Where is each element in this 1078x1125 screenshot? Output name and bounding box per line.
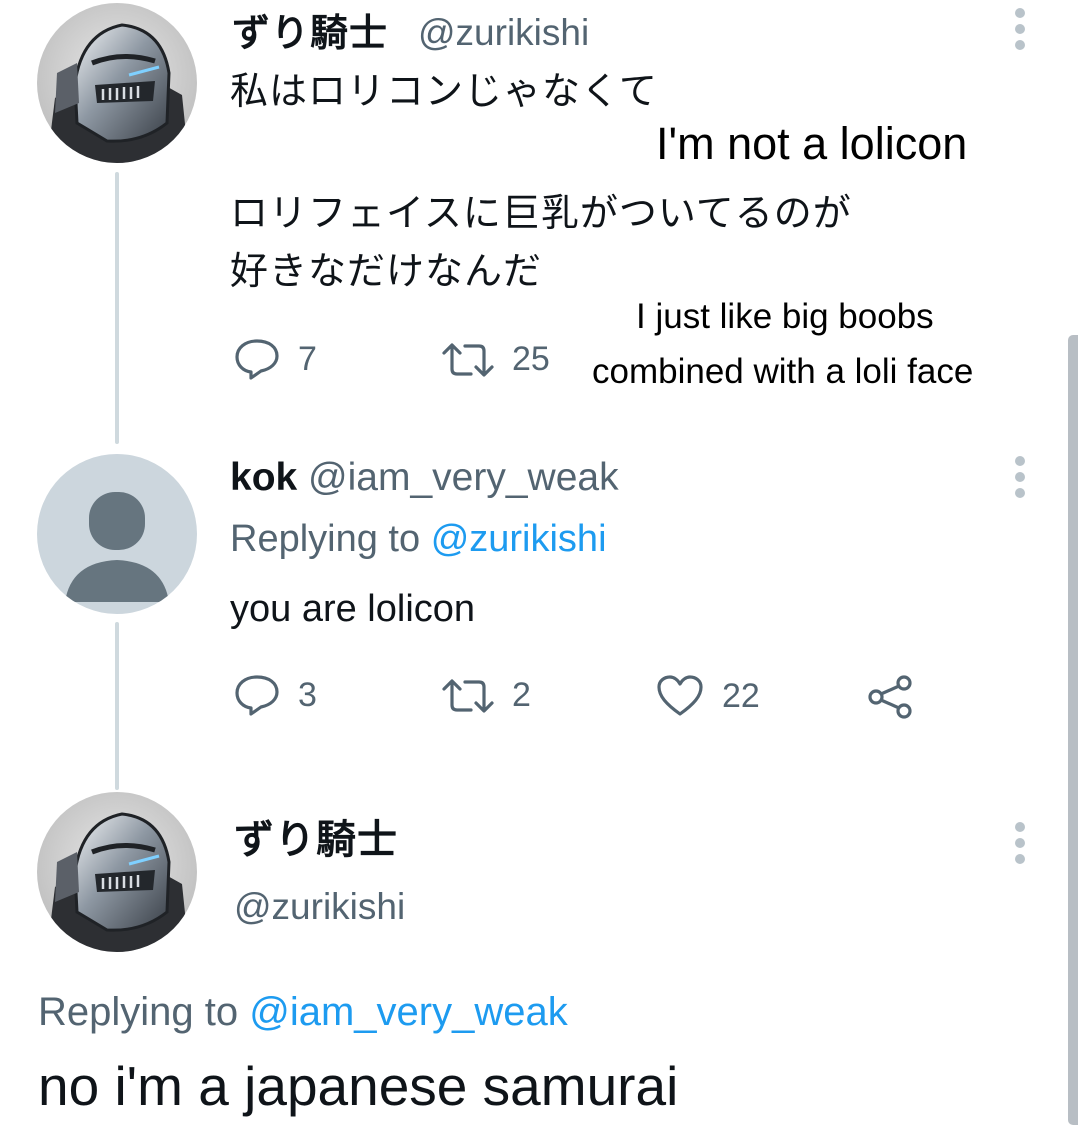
tweet1-text-line1: 私はロリコンじゃなくて xyxy=(230,69,658,113)
thread-connector-1 xyxy=(115,172,119,444)
avatar-zurikishi[interactable] xyxy=(37,3,197,163)
tweet3-more-options-icon[interactable] xyxy=(1014,822,1026,864)
tweet1-display-name[interactable]: ずり騎士 xyxy=(232,14,388,52)
tweet1-text-line3: 好きなだけなんだ xyxy=(230,249,543,293)
default-profile-avatar-icon xyxy=(37,454,197,614)
tweet1-translation-overlay-1: I'm not a lolicon xyxy=(656,118,968,169)
tweet2-replying-line: Replying to @zurikishi xyxy=(230,518,607,561)
share-icon xyxy=(868,675,912,719)
tweet2-header: kok @iam_very_weak xyxy=(230,456,619,500)
tweet2-handle[interactable]: @iam_very_weak xyxy=(308,456,619,499)
page-scrollbar[interactable] xyxy=(1068,335,1078,1125)
tweet1-reply-count: 7 xyxy=(298,339,317,378)
tweet1-translation-overlay-2a: I just like big boobs xyxy=(636,297,934,336)
tweet3-handle[interactable]: @zurikishi xyxy=(234,886,405,928)
tweet2-reply-button[interactable]: 3 xyxy=(234,674,317,716)
tweet1-handle[interactable]: @zurikishi xyxy=(418,12,589,54)
tweet2-text: you are lolicon xyxy=(230,588,476,630)
thread-connector-2 xyxy=(115,622,119,790)
tweet3-replying-prefix: Replying to xyxy=(38,990,239,1034)
tweet3-display-name[interactable]: ずり騎士 xyxy=(234,820,398,860)
tweet2-display-name[interactable]: kok xyxy=(230,456,297,499)
tweet3-replying-mention[interactable]: @iam_very_weak xyxy=(249,990,568,1034)
knight-helmet-avatar-icon xyxy=(37,3,197,163)
retweet-icon xyxy=(442,678,494,713)
tweet2-more-options-icon[interactable] xyxy=(1014,456,1026,498)
reply-icon xyxy=(235,339,279,380)
avatar-zurikishi-2[interactable] xyxy=(37,792,197,952)
tweet2-share-button[interactable] xyxy=(866,674,914,720)
tweet2-like-count: 22 xyxy=(722,676,760,715)
tweet2-retweet-count: 2 xyxy=(512,676,531,714)
tweet1-more-options-icon[interactable] xyxy=(1014,8,1026,50)
tweet2-replying-mention[interactable]: @zurikishi xyxy=(431,518,607,560)
tweet1-retweet-button[interactable]: 25 xyxy=(440,340,550,379)
tweet2-like-button[interactable]: 22 xyxy=(656,674,760,718)
tweet3-replying-line: Replying to @iam_very_weak xyxy=(38,990,568,1035)
tweet3-text: no i'm a japanese samurai xyxy=(38,1055,679,1117)
tweet2-retweet-button[interactable]: 2 xyxy=(440,676,531,715)
tweet1-text-line2: ロリフェイスに巨乳がついてるのが xyxy=(230,191,852,235)
knight-helmet-avatar-icon xyxy=(37,792,197,952)
retweet-icon xyxy=(442,342,494,377)
reply-icon xyxy=(235,675,279,716)
tweet2-reply-count: 3 xyxy=(298,675,317,714)
tweet2-replying-prefix: Replying to xyxy=(230,518,421,560)
avatar-iam-very-weak[interactable] xyxy=(37,454,197,614)
tweet1-reply-button[interactable]: 7 xyxy=(234,338,317,380)
tweet1-translation-overlay-2b: combined with a loli face xyxy=(592,352,974,391)
heart-icon xyxy=(657,675,703,716)
tweet1-retweet-count: 25 xyxy=(512,340,550,378)
